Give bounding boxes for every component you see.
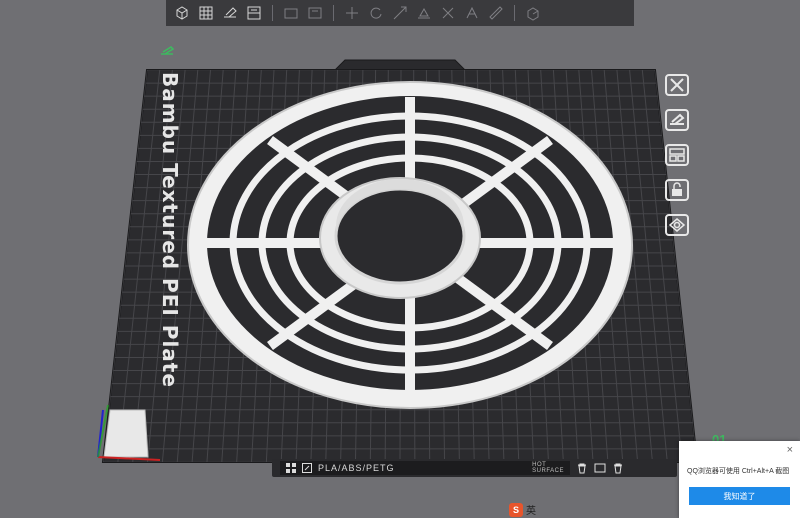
scale-button[interactable] [390,3,410,23]
ime-mode-label: 英 [526,506,536,517]
arrange-icon [665,144,689,166]
orient-icon [224,7,237,18]
seam-paint-button[interactable] [486,3,506,23]
assembly-button[interactable] [523,3,543,23]
object-button[interactable] [305,3,325,23]
toolbar-separator [272,5,273,21]
lock-plate-button[interactable] [660,177,694,203]
lock-icon [665,179,689,201]
auto-orient-button[interactable] [660,107,694,133]
add-cube-icon [176,6,188,20]
trash-icon[interactable] [576,462,588,474]
split-icon [247,6,261,20]
plate-type-icon [302,463,312,473]
hot-surface-label: HOT SURFACE [532,462,564,474]
rotate-button[interactable] [366,3,386,23]
got-it-button[interactable]: 我知道了 [689,487,790,505]
plate-tools [660,72,694,238]
seam-paint-icon [489,6,503,20]
layer-button[interactable] [281,3,301,23]
move-icon [346,7,358,19]
layer-icon [284,8,298,19]
toolbar-separator [514,5,515,21]
move-button[interactable] [342,3,362,23]
grid-arrange-button[interactable] [196,3,216,23]
cut-button[interactable] [438,3,458,23]
grid-arrange-icon [199,6,213,20]
rotate-icon [370,7,382,19]
grid-icon [286,463,296,473]
delete-plate-button[interactable] [660,72,694,98]
split-button[interactable] [244,3,264,23]
trash-icon[interactable] [612,462,624,474]
ime-logo-icon: S [509,502,523,517]
assembly-icon [527,7,539,21]
plate-handle [333,59,467,71]
object-icon [308,7,322,19]
main-toolbar [166,0,634,26]
plate-settings-button[interactable] [660,212,694,238]
support-paint-icon [466,6,478,19]
toolbar-separator [333,5,334,21]
model-fan-grill [187,81,633,409]
lay-on-face-icon [418,7,430,19]
popup-message: QQ浏览器可使用 Ctrl+Alt+A 截图 [687,468,790,475]
filament-type-chip: PLA/ABS/PETG HOT SURFACE [280,461,570,475]
orient-button[interactable] [220,3,240,23]
filament-label: PLA/ABS/PETG [318,463,395,473]
edit-icon[interactable] [159,44,177,56]
ime-indicator[interactable]: S 英 [509,502,536,517]
close-icon[interactable]: × [787,444,793,456]
plate-settings-icon [665,214,689,236]
scale-icon [393,6,407,20]
plate-info-bar: PLA/ABS/PETG HOT SURFACE [272,459,677,477]
orient-icon [665,109,689,131]
window-icon[interactable] [594,462,606,474]
plate-label: Bambu Textured PEI Plate [158,72,182,388]
add-cube-button[interactable] [172,3,192,23]
lay-on-face-button[interactable] [414,3,434,23]
screenshot-tip-popup: × QQ浏览器可使用 Ctrl+Alt+A 截图 我知道了 [679,441,800,518]
close-icon [665,74,689,96]
support-paint-button[interactable] [462,3,482,23]
arrange-button[interactable] [660,142,694,168]
cut-icon [442,7,454,19]
